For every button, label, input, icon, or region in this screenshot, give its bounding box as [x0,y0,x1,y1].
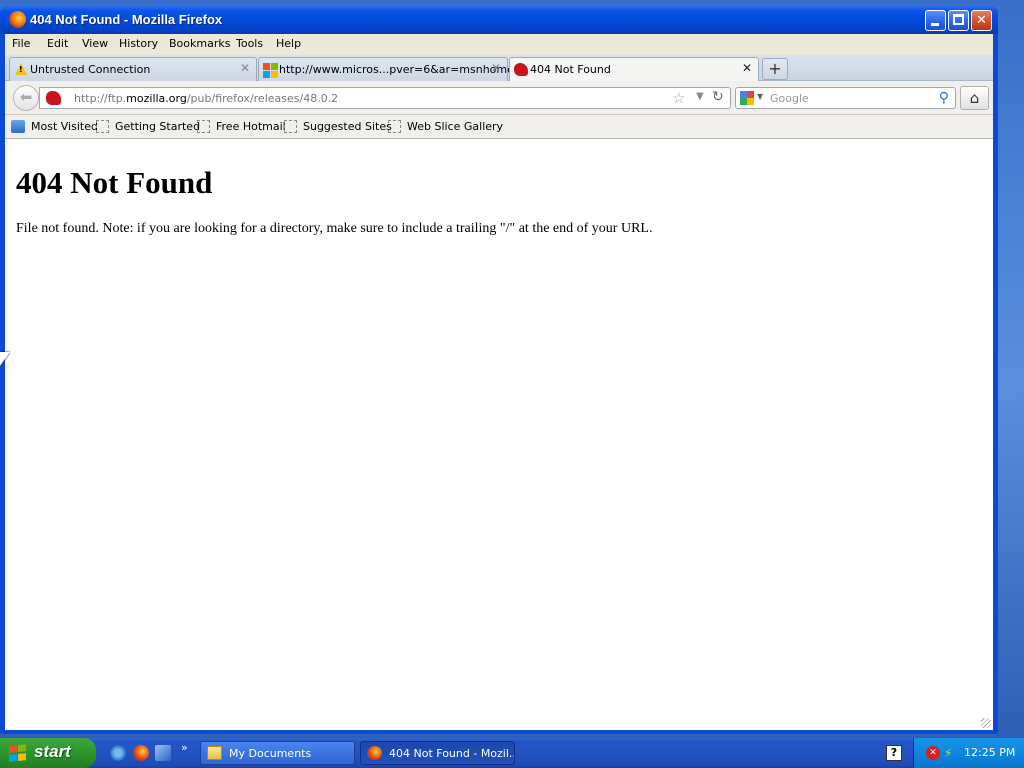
bookmarks-toolbar: Most Visited Getting Started Free Hotmai… [5,115,993,139]
tab-untrusted-connection[interactable]: ! Untrusted Connection ✕ [9,57,257,81]
navigation-bar: http://ftp.mozilla.org/pub/firefox/relea… [5,81,993,115]
menu-help[interactable]: Help [276,37,301,50]
firefox-logo-icon [9,11,26,28]
clock[interactable]: 12:25 PM [964,746,1015,759]
bookmark-star-icon[interactable]: ☆ [672,89,685,107]
tab-close-icon[interactable]: ✕ [491,61,501,75]
taskbar: start » My Documents 404 Not Found - Moz… [0,738,1024,768]
tab-label: 404 Not Found [530,63,611,76]
google-icon[interactable] [740,91,754,105]
window-title: 404 Not Found - Mozilla Firefox [30,12,223,27]
most-visited-icon [11,120,25,133]
minimize-button[interactable] [925,10,946,31]
menu-bar: File Edit View History Bookmarks Tools H… [5,34,993,55]
bookmark-most-visited[interactable]: Most Visited [11,120,98,133]
mozilla-dino-icon [514,63,528,76]
page-body-text: File not found. Note: if you are looking… [16,221,653,236]
bookmark-getting-started[interactable]: Getting Started [96,120,200,133]
menu-tools[interactable]: Tools [236,37,263,50]
network-icon[interactable]: ⚡ [944,746,958,760]
url-text: http://ftp.mozilla.org/pub/firefox/relea… [74,92,339,105]
quicklaunch-more-icon[interactable]: » [181,741,188,754]
search-input[interactable]: Google [770,92,809,105]
menu-bookmarks[interactable]: Bookmarks [169,37,230,50]
page-content: 404 Not Found File not found. Note: if y… [5,139,993,730]
home-icon: ⌂ [969,89,980,107]
browser-client: File Edit View History Bookmarks Tools H… [5,34,993,730]
task-label: My Documents [229,747,312,760]
tab-label: http://www.micros...pver=6&ar=msnhome [279,63,514,76]
firefox-window: 404 Not Found - Mozilla Firefox ✕ File E… [0,6,998,734]
close-icon: ✕ [976,13,987,28]
bookmark-free-hotmail[interactable]: Free Hotmail [197,120,286,133]
tab-close-icon[interactable]: ✕ [240,61,250,75]
start-button[interactable]: start [0,738,96,768]
menu-edit[interactable]: Edit [47,37,68,50]
tab-404-not-found[interactable]: 404 Not Found ✕ [509,57,759,82]
back-button[interactable]: ⬅ [13,85,39,111]
start-label: start [34,742,71,761]
search-icon[interactable]: ⚲ [939,90,949,106]
home-button[interactable]: ⌂ [960,86,989,110]
tab-strip: ! Untrusted Connection ✕ http://www.micr… [5,55,993,82]
microsoft-icon [263,63,278,78]
show-desktop-icon[interactable] [155,745,171,761]
windows-flag-icon [9,744,26,762]
reload-icon[interactable]: ↻ [712,89,724,105]
internet-explorer-icon[interactable] [110,745,126,761]
maximize-icon [953,14,964,25]
search-bar[interactable]: ▼ Google ⚲ [735,87,956,109]
bookmark-page-icon [197,120,210,133]
bookmark-suggested-sites[interactable]: Suggested Sites [284,120,392,133]
minimize-icon [931,23,939,26]
bookmark-page-icon [388,120,401,133]
tab-label: Untrusted Connection [30,63,151,76]
security-alert-icon[interactable]: ✕ [926,746,940,760]
menu-file[interactable]: File [12,37,30,50]
tab-microsoft[interactable]: http://www.micros...pver=6&ar=msnhome ✕ [258,57,514,81]
resize-grip[interactable] [981,718,991,728]
title-bar[interactable]: 404 Not Found - Mozilla Firefox ✕ [0,6,998,34]
taskbar-firefox[interactable]: 404 Not Found - Mozil... [360,741,515,765]
history-dropdown-icon[interactable]: ▼ [696,91,704,102]
url-bar[interactable]: http://ftp.mozilla.org/pub/firefox/relea… [39,87,731,109]
maximize-button[interactable] [948,10,969,31]
mouse-cursor-icon [0,352,10,366]
site-identity-icon[interactable] [46,91,61,105]
bookmark-web-slice-gallery[interactable]: Web Slice Gallery [388,120,503,133]
system-tray: ✕ ⚡ 12:25 PM [913,738,1024,768]
task-label: 404 Not Found - Mozil... [389,747,515,760]
page-heading: 404 Not Found [16,165,213,200]
menu-history[interactable]: History [119,37,158,50]
search-engine-dropdown-icon[interactable]: ▼ [757,92,763,101]
folder-icon [207,746,222,760]
bookmark-page-icon [96,120,109,133]
tab-close-icon[interactable]: ✕ [742,61,752,75]
help-icon[interactable]: ? [886,745,902,761]
menu-view[interactable]: View [82,37,108,50]
firefox-icon [367,746,382,760]
close-button[interactable]: ✕ [971,10,992,31]
taskbar-my-documents[interactable]: My Documents [200,741,355,765]
firefox-quicklaunch-icon[interactable] [133,745,149,761]
bookmark-page-icon [284,120,297,133]
new-tab-button[interactable]: + [762,58,788,80]
